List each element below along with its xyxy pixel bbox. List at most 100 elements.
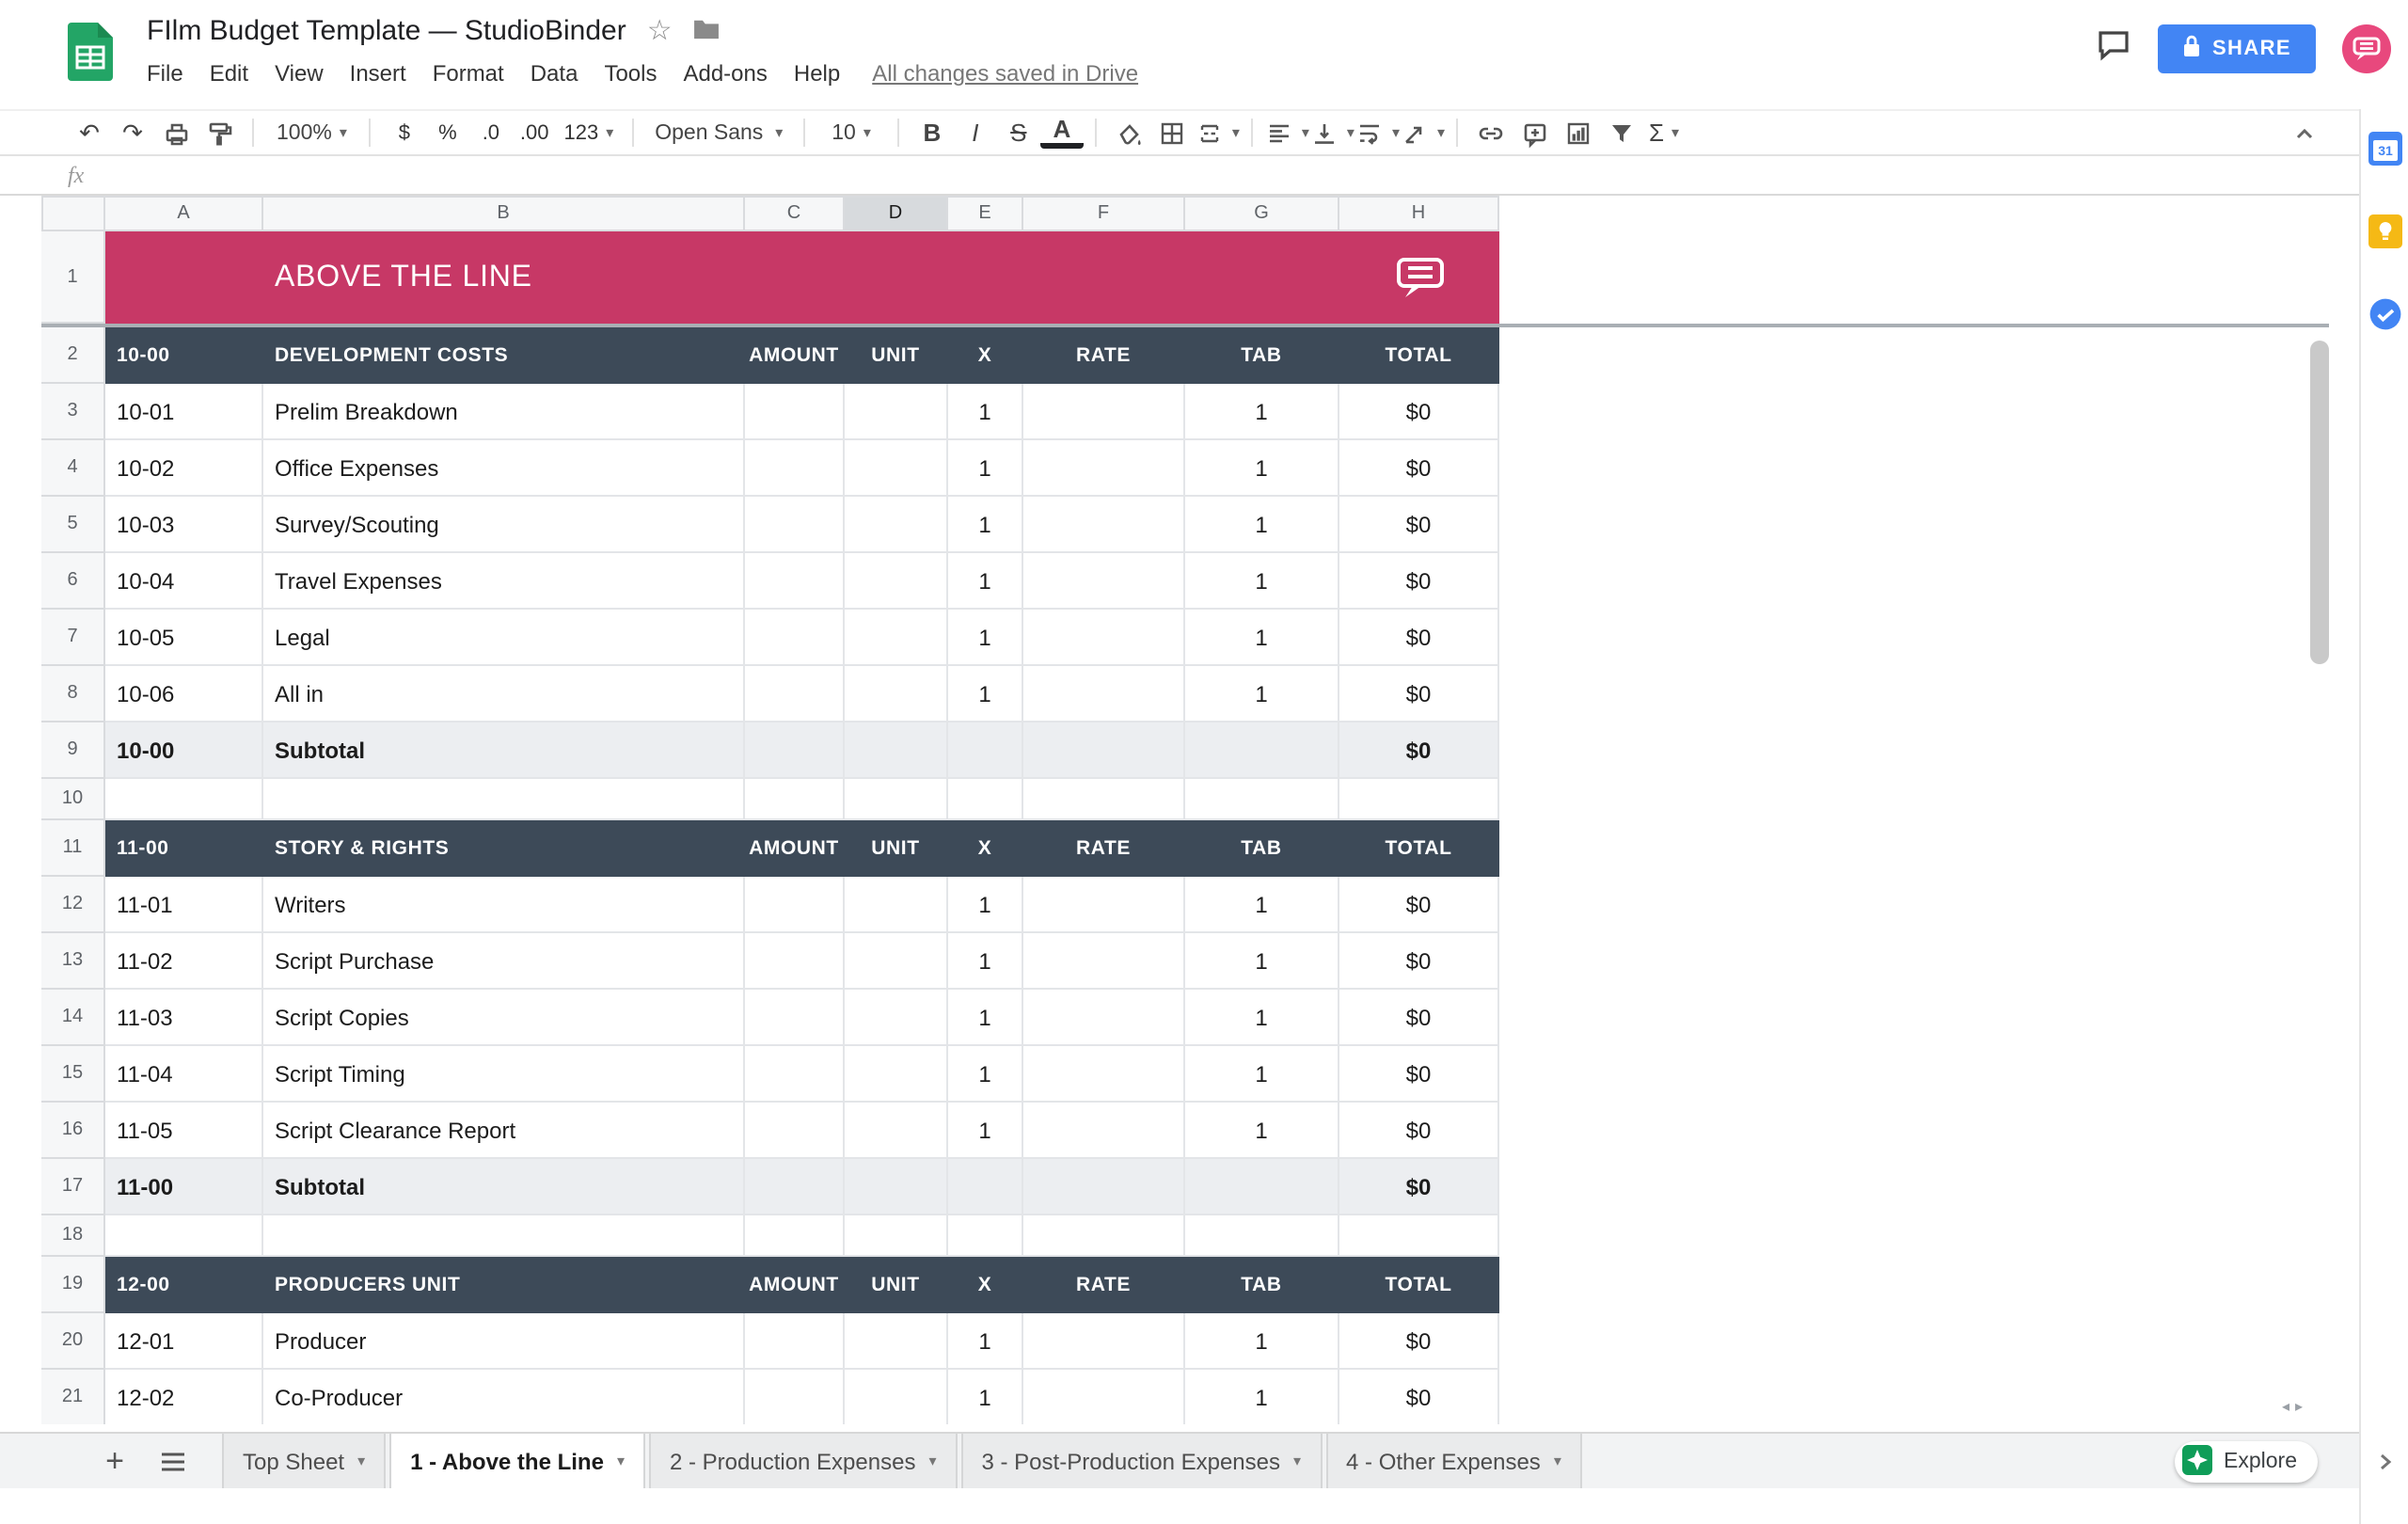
menu-edit[interactable]: Edit xyxy=(197,56,261,90)
cell-empty[interactable] xyxy=(948,722,1023,779)
paint-format-button[interactable] xyxy=(198,113,241,152)
cell-name[interactable]: Writers xyxy=(263,877,745,933)
menu-format[interactable]: Format xyxy=(420,56,517,90)
cell-empty[interactable] xyxy=(745,722,845,779)
cell-empty[interactable] xyxy=(948,779,1023,820)
row-header-21[interactable]: 21 xyxy=(41,1370,105,1424)
cell-amount[interactable] xyxy=(745,610,845,666)
cell-total[interactable]: $0 xyxy=(1339,1103,1499,1159)
cell-total[interactable]: $0 xyxy=(1339,384,1499,440)
row-header-7[interactable]: 7 xyxy=(41,610,105,666)
cell-x[interactable]: 1 xyxy=(948,1313,1023,1370)
more-formats-button[interactable]: 123 xyxy=(556,113,621,152)
cell-empty[interactable] xyxy=(105,1215,263,1257)
cell-empty[interactable] xyxy=(745,1159,845,1215)
cell-name[interactable]: Office Expenses xyxy=(263,440,745,497)
row-header-13[interactable]: 13 xyxy=(41,933,105,990)
menu-help[interactable]: Help xyxy=(781,56,853,90)
cell-rate[interactable] xyxy=(1023,877,1185,933)
cell-code[interactable]: 12-01 xyxy=(105,1313,263,1370)
cell-empty[interactable] xyxy=(1339,779,1499,820)
open-comments-icon[interactable] xyxy=(2096,27,2131,71)
column-label-tab[interactable]: TAB xyxy=(1185,1257,1339,1313)
cell-amount[interactable] xyxy=(745,440,845,497)
cell-code[interactable]: 11-02 xyxy=(105,933,263,990)
cell-empty[interactable] xyxy=(1185,1215,1339,1257)
column-header-H[interactable]: H xyxy=(1339,196,1499,231)
cell-name[interactable]: Co-Producer xyxy=(263,1370,745,1424)
cell-empty[interactable] xyxy=(1023,1159,1185,1215)
scroll-corner-arrows[interactable]: ◂▸ xyxy=(2282,1400,2303,1415)
cell-rate[interactable] xyxy=(1023,933,1185,990)
column-label-tab[interactable]: TAB xyxy=(1185,327,1339,384)
cell-rate[interactable] xyxy=(1023,990,1185,1046)
cell-amount[interactable] xyxy=(745,1370,845,1424)
cell-subtotal-code[interactable]: 10-00 xyxy=(105,722,263,779)
cell-unit[interactable] xyxy=(845,1103,948,1159)
scroll-left-icon[interactable]: ◂ xyxy=(2282,1400,2289,1415)
insert-link-button[interactable] xyxy=(1469,113,1513,152)
merge-cells-button[interactable] xyxy=(1195,113,1240,152)
cell-tab[interactable]: 1 xyxy=(1185,1370,1339,1424)
all-sheets-menu-button[interactable] xyxy=(152,1450,194,1472)
cell-tab[interactable]: 1 xyxy=(1185,990,1339,1046)
cell-subtotal-code[interactable]: 11-00 xyxy=(105,1159,263,1215)
row-header-9[interactable]: 9 xyxy=(41,722,105,779)
filter-button[interactable] xyxy=(1599,113,1642,152)
cell-name[interactable]: All in xyxy=(263,666,745,722)
cell-amount[interactable] xyxy=(745,553,845,610)
menu-add-ons[interactable]: Add-ons xyxy=(670,56,780,90)
cell-empty[interactable] xyxy=(263,779,745,820)
row-header-15[interactable]: 15 xyxy=(41,1046,105,1103)
cell-total[interactable]: $0 xyxy=(1339,666,1499,722)
account-avatar[interactable] xyxy=(2342,24,2391,73)
formula-bar[interactable]: fx xyxy=(0,156,2359,196)
column-label-tab[interactable]: TAB xyxy=(1185,820,1339,877)
cell-amount[interactable] xyxy=(745,877,845,933)
cell-empty[interactable] xyxy=(845,1215,948,1257)
collapse-toolbar-button[interactable] xyxy=(2291,120,2318,147)
strikethrough-button[interactable]: S xyxy=(997,113,1040,152)
tab-menu-arrow-icon[interactable]: ▾ xyxy=(928,1453,936,1469)
cell-unit[interactable] xyxy=(845,610,948,666)
redo-button[interactable]: ↷ xyxy=(111,113,154,152)
cell-unit[interactable] xyxy=(845,933,948,990)
decrease-decimal-button[interactable]: .0 xyxy=(469,113,513,152)
cell-empty[interactable] xyxy=(263,1215,745,1257)
cell-tab[interactable]: 1 xyxy=(1185,497,1339,553)
cell-x[interactable]: 1 xyxy=(948,384,1023,440)
cell-section-name[interactable]: DEVELOPMENT COSTS xyxy=(263,327,745,384)
cell-unit[interactable] xyxy=(845,497,948,553)
cell-empty[interactable] xyxy=(1339,1215,1499,1257)
menu-insert[interactable]: Insert xyxy=(337,56,420,90)
sheet-tab-1-above-the-line[interactable]: 1 - Above the Line▾ xyxy=(389,1434,645,1488)
cell-rate[interactable] xyxy=(1023,497,1185,553)
row-header-11[interactable]: 11 xyxy=(41,820,105,877)
cell-x[interactable]: 1 xyxy=(948,877,1023,933)
cell-rate[interactable] xyxy=(1023,440,1185,497)
cell-empty[interactable] xyxy=(105,779,263,820)
tab-menu-arrow-icon[interactable]: ▾ xyxy=(1554,1453,1561,1469)
row-header-20[interactable]: 20 xyxy=(41,1313,105,1370)
column-label-amount[interactable]: AMOUNT xyxy=(745,327,845,384)
cell-tab[interactable]: 1 xyxy=(1185,933,1339,990)
column-header-G[interactable]: G xyxy=(1185,196,1339,231)
cell-code[interactable]: 11-04 xyxy=(105,1046,263,1103)
column-header-D[interactable]: D xyxy=(845,196,948,231)
cell-tab[interactable]: 1 xyxy=(1185,384,1339,440)
cell-rate[interactable] xyxy=(1023,1313,1185,1370)
cell-tab[interactable]: 1 xyxy=(1185,440,1339,497)
expand-side-panel-button[interactable] xyxy=(2361,1449,2408,1475)
cell-code[interactable]: 12-02 xyxy=(105,1370,263,1424)
cell-x[interactable]: 1 xyxy=(948,610,1023,666)
move-to-folder-icon[interactable] xyxy=(693,14,721,48)
cell-empty[interactable] xyxy=(1023,722,1185,779)
column-header-F[interactable]: F xyxy=(1023,196,1185,231)
cell-unit[interactable] xyxy=(845,440,948,497)
row-header-19[interactable]: 19 xyxy=(41,1257,105,1313)
cell-total[interactable]: $0 xyxy=(1339,553,1499,610)
cell-empty[interactable] xyxy=(745,1215,845,1257)
cell-tab[interactable]: 1 xyxy=(1185,1103,1339,1159)
cell-section-code[interactable]: 10-00 xyxy=(105,327,263,384)
column-label-total[interactable]: TOTAL xyxy=(1339,1257,1499,1313)
